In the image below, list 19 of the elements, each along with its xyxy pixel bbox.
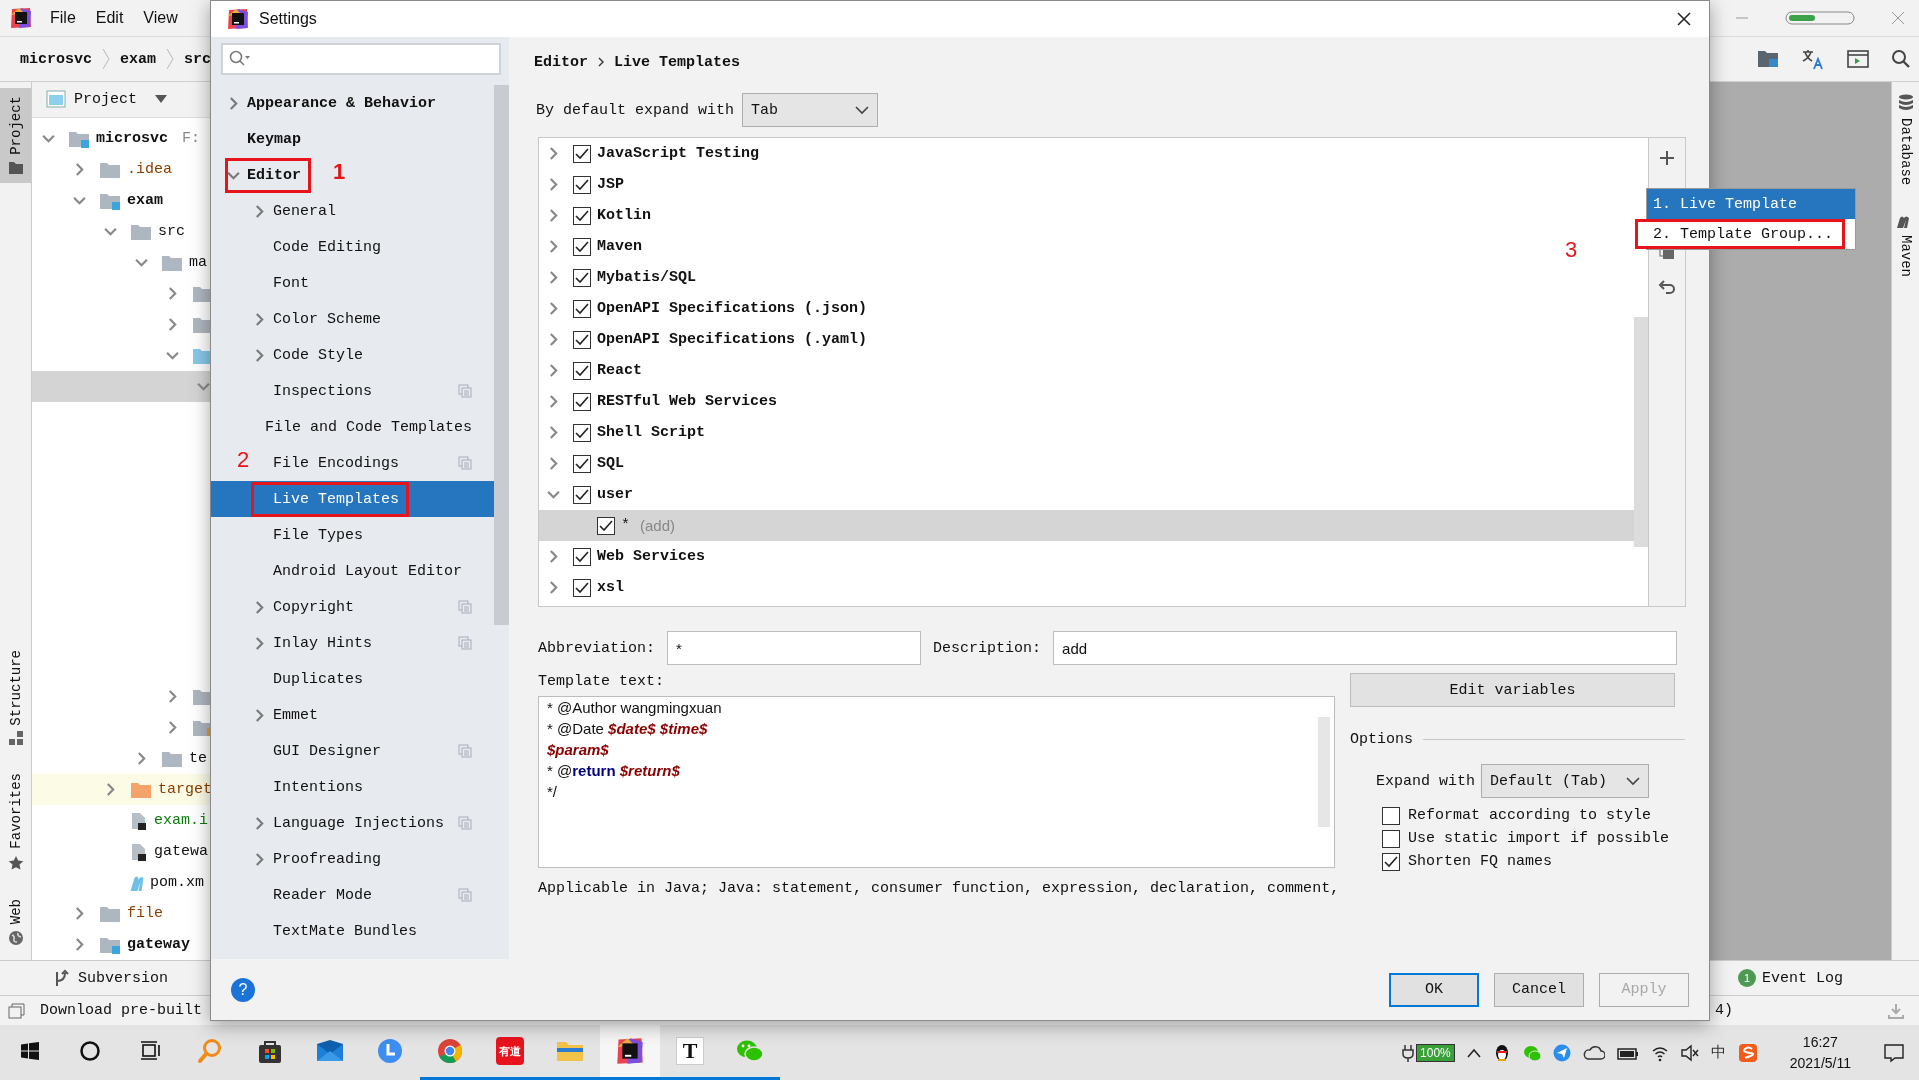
count-badge: 1 — [1738, 969, 1756, 987]
field-label: Template text: — [538, 673, 666, 690]
window-title: Settings — [259, 10, 317, 28]
path-hint: F: — [182, 130, 201, 147]
field-label: By default expand with — [536, 101, 735, 119]
section-title: Options — [1350, 731, 1413, 748]
step-number: 3 — [1565, 237, 1578, 263]
breadcrumb: Live Templates — [614, 53, 741, 71]
step-number: 2 — [237, 447, 250, 473]
template-description: (add) — [640, 517, 676, 534]
step-number: 1 — [333, 159, 346, 185]
field-label: Description: — [933, 639, 1042, 657]
breadcrumb: Editor — [534, 53, 588, 71]
field-label: Expand with — [1376, 772, 1476, 790]
applicable-contexts: Applicable in Java; Java: statement, consumer function, expression, declaration, comment, — [538, 880, 1335, 897]
status-message: Download pre-built — [40, 1002, 203, 1019]
status-text: 4) — [1715, 1002, 1733, 1019]
template-abbreviation: * — [621, 517, 630, 534]
field-label: Abbreviation: — [538, 639, 656, 657]
